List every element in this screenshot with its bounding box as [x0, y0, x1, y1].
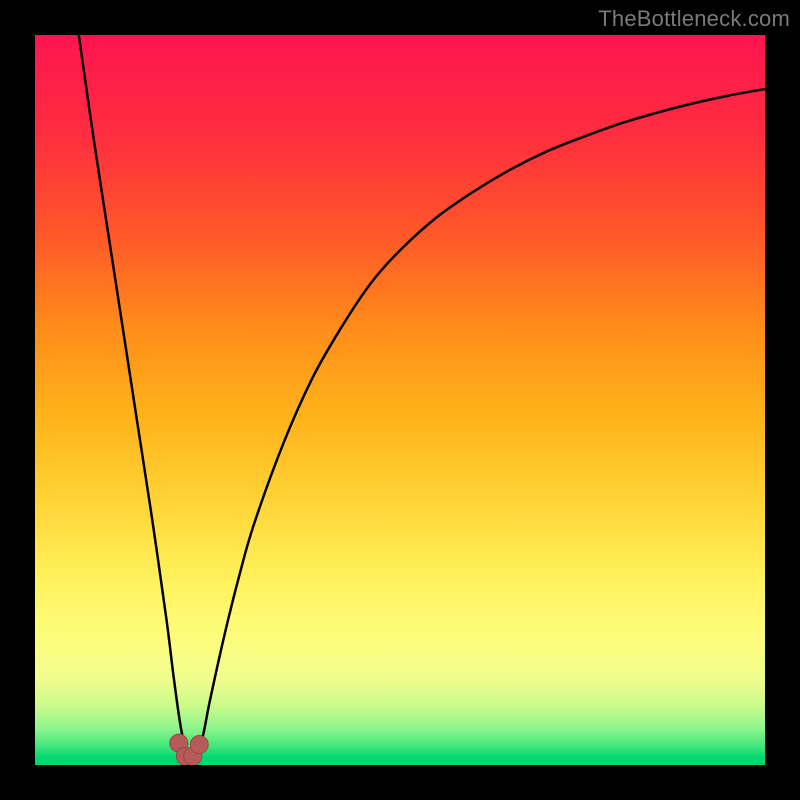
bottleneck-curve — [79, 35, 765, 761]
plot-area — [35, 35, 765, 765]
curve-marker — [190, 736, 208, 754]
bottleneck-curve-svg — [35, 35, 765, 765]
chart-frame: TheBottleneck.com — [0, 0, 800, 800]
watermark-label: TheBottleneck.com — [598, 6, 790, 32]
